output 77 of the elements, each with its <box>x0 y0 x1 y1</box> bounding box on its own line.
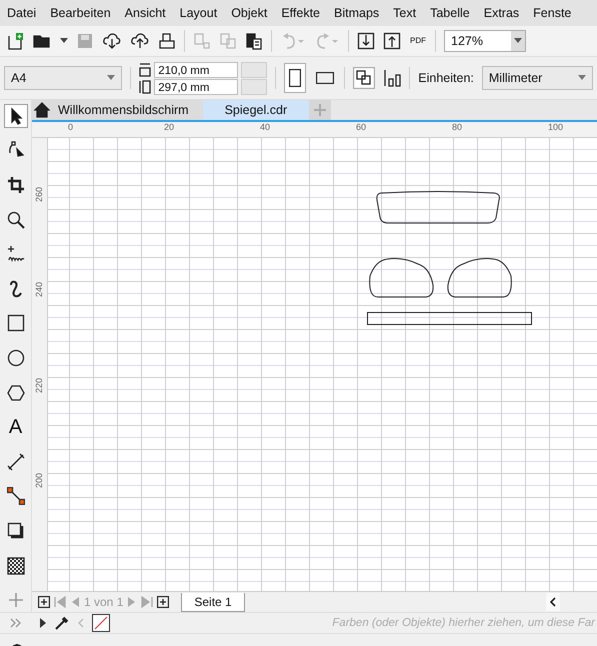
lens-shape <box>447 258 512 298</box>
ruler-label: 220 <box>34 378 44 393</box>
document-tab[interactable]: Spiegel.cdr <box>202 100 310 120</box>
ruler-label: 240 <box>34 282 44 298</box>
dropdown-caret-icon[interactable] <box>514 38 522 44</box>
current-page-icon[interactable] <box>383 69 402 87</box>
lens-shape <box>369 258 434 298</box>
units-dropdown[interactable]: Millimeter <box>482 66 593 90</box>
ruler-label: 100 <box>548 122 564 132</box>
hexagon-icon[interactable] <box>6 384 24 402</box>
eyedropper-icon[interactable] <box>54 615 70 631</box>
menu-item[interactable]: Ansicht <box>118 6 173 20</box>
menu-item[interactable]: Fenste <box>526 6 578 20</box>
dropdown-caret-icon[interactable] <box>60 38 68 44</box>
ellipse-icon[interactable] <box>6 348 24 367</box>
add-page-icon[interactable] <box>38 596 50 608</box>
rectangle-icon[interactable] <box>6 314 24 332</box>
cloud-download-icon[interactable] <box>102 32 122 50</box>
play-arrow-icon[interactable] <box>40 618 46 628</box>
zoom-level-dropdown[interactable]: 127% <box>444 30 526 52</box>
page-width-icon <box>139 62 152 76</box>
menu-item[interactable]: Extras <box>476 6 526 20</box>
portrait-page-icon[interactable] <box>289 69 302 87</box>
landscape-page-icon[interactable] <box>316 72 334 84</box>
menu-item[interactable]: Tabelle <box>423 6 477 20</box>
paste-icon[interactable] <box>245 32 263 50</box>
export-icon[interactable] <box>383 32 401 50</box>
ruler-label: 60 <box>356 122 366 132</box>
page-tab[interactable]: Seite 1 <box>181 592 245 612</box>
pdf-export-button[interactable]: PDF <box>409 37 427 45</box>
text-tool[interactable]: A <box>8 417 22 438</box>
chevron-left-icon[interactable] <box>550 597 556 608</box>
cloud-upload-icon[interactable] <box>130 32 150 50</box>
menu-item[interactable]: Bearbeiten <box>43 6 118 20</box>
units-label: Einheiten: <box>418 71 474 85</box>
connector-icon[interactable] <box>6 487 24 506</box>
palette-hint: Farben (oder Objekte) hierher ziehen, um diese Far <box>332 617 596 629</box>
page-position: 1 von 1 <box>84 595 124 610</box>
menu-item[interactable]: Objekt <box>224 6 274 20</box>
ruler-label: 0 <box>68 122 74 132</box>
dropdown-caret-icon[interactable] <box>107 75 116 81</box>
ruler-label: 40 <box>260 122 270 132</box>
dimension-line-icon[interactable] <box>6 452 24 471</box>
menu-item[interactable]: Effekte <box>274 6 328 20</box>
ruler-label: 200 <box>34 473 44 488</box>
import-icon[interactable] <box>357 32 375 50</box>
page-height-icon <box>139 80 152 94</box>
ruler-label: 260 <box>34 186 44 202</box>
document-tab[interactable]: Willkommensbildschirm <box>32 100 203 120</box>
copy-properties-icon <box>193 32 211 50</box>
menu-item[interactable]: Layout <box>172 6 224 20</box>
page-height-field[interactable]: 297,0 mm <box>154 78 238 94</box>
freehand-icon[interactable] <box>6 245 24 264</box>
menu-item[interactable]: Text <box>386 6 424 20</box>
duplicate-icon <box>219 32 237 50</box>
add-page-icon[interactable] <box>157 596 170 608</box>
menu-item[interactable]: Bitmaps <box>327 6 386 20</box>
new-document-icon[interactable] <box>6 32 24 50</box>
portrait-button[interactable] <box>284 63 306 93</box>
print-icon[interactable] <box>158 32 176 50</box>
checkerboard-icon[interactable] <box>6 556 24 575</box>
page-width-field[interactable]: 210,0 mm <box>154 62 238 78</box>
shape-tool-icon[interactable] <box>6 141 24 160</box>
no-color-swatch[interactable] <box>92 614 110 632</box>
dropdown-caret-icon[interactable] <box>578 75 586 81</box>
zoom-icon[interactable] <box>6 210 24 229</box>
redo-icon <box>314 32 340 50</box>
menu-item[interactable]: Datei <box>0 6 44 20</box>
chevron-left-icon <box>78 618 84 628</box>
all-pages-icon[interactable] <box>353 67 376 89</box>
drop-shadow-icon[interactable] <box>6 522 24 540</box>
home-icon[interactable] <box>34 102 50 118</box>
crop-icon[interactable] <box>6 176 24 194</box>
page-size-dropdown[interactable]: A4 <box>4 66 122 90</box>
ruler-label: 20 <box>164 122 174 132</box>
ruler-label: 80 <box>452 122 462 132</box>
scroll-left-button[interactable] <box>546 593 560 612</box>
